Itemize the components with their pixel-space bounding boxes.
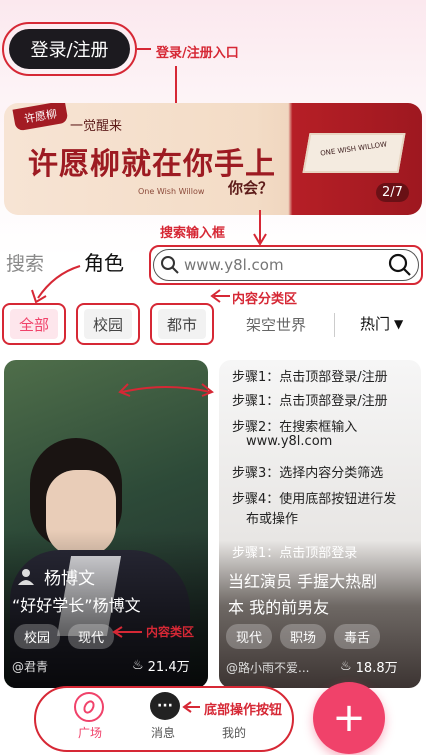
- banner-english: One Wish Willow: [138, 187, 205, 196]
- card-user: @君青: [12, 660, 49, 674]
- tag-chip[interactable]: 毒舌: [334, 624, 381, 649]
- annotation-arrow: [112, 626, 142, 638]
- card-tags: 现代 职场 毒舌: [226, 624, 381, 649]
- banner-page-indicator: 2/7: [376, 183, 409, 202]
- banner-tag: 许愿柳: [12, 103, 69, 132]
- card-title: “好好学长”杨博文: [12, 596, 141, 615]
- caret-down-icon: ▼: [394, 316, 404, 331]
- card-user: @路小雨不爱...: [226, 661, 310, 675]
- tag-chip[interactable]: 现代: [68, 624, 115, 649]
- nav-messages[interactable]: 消息: [151, 724, 175, 741]
- search-bar[interactable]: [153, 249, 419, 281]
- card-title-line: 当红演员 手握大热剧: [228, 572, 378, 591]
- card-title-line: 本 我的前男友: [228, 598, 330, 617]
- search-input[interactable]: [184, 256, 388, 274]
- create-post-button[interactable]: +: [313, 682, 385, 754]
- step-text: 步骤1：点击顶部登录: [232, 546, 358, 561]
- card-likes: ♨ 21.4万: [132, 656, 190, 675]
- banner-card-image: [302, 133, 406, 173]
- step-text: 步骤2：在搜索框输入: [232, 420, 358, 435]
- search-submit-icon[interactable]: [388, 253, 412, 277]
- annotation-arrow: [182, 701, 200, 713]
- message-icon[interactable]: ···: [150, 692, 180, 720]
- step-text: www.y8l.com: [246, 434, 333, 449]
- category-annotation: 内容分类区: [232, 292, 298, 307]
- card-likes-count: 21.4万: [147, 660, 190, 675]
- annotation-arrow: [31, 265, 81, 304]
- annotation-connector: [137, 48, 151, 50]
- user-icon: [18, 568, 34, 585]
- sort-dropdown[interactable]: 热门 ▼: [360, 313, 403, 334]
- sort-label: 热门: [360, 315, 391, 333]
- search-annotation: 搜索输入框: [160, 226, 226, 241]
- card-likes-count: 18.8万: [355, 661, 398, 676]
- search-icon: [161, 256, 179, 274]
- annotation-arrow: [253, 210, 267, 246]
- plaza-icon[interactable]: [74, 692, 104, 722]
- nav-mine[interactable]: 我的: [222, 724, 246, 741]
- tag-chip[interactable]: 现代: [226, 624, 273, 649]
- login-register-button[interactable]: 登录/注册: [9, 29, 130, 69]
- tag-chip[interactable]: 校园: [14, 624, 61, 649]
- card-tags: 校园 现代: [14, 624, 115, 649]
- flame-icon: ♨: [340, 659, 352, 674]
- category-campus[interactable]: 校园: [84, 309, 132, 339]
- tag-chip[interactable]: 职场: [280, 624, 327, 649]
- nav-plaza[interactable]: 广场: [78, 724, 102, 741]
- tab-role[interactable]: 角色: [84, 247, 124, 276]
- banner-question: 你会？: [228, 179, 274, 197]
- banner-subtitle: 一觉醒来: [70, 119, 123, 134]
- tag-annotation: 内容类区: [146, 625, 195, 639]
- card-author: 杨博文: [16, 564, 95, 589]
- bottom-annotation: 底部操作按钮: [204, 703, 283, 718]
- card-author-name: 杨博文: [44, 569, 95, 589]
- step-text: 步骤1：点击顶部登录/注册: [232, 370, 388, 385]
- step-text: 布或操作: [246, 512, 299, 527]
- category-all[interactable]: 全部: [10, 309, 58, 339]
- promo-banner[interactable]: 许愿柳 一觉醒来 许愿柳就在你手上 One Wish Willow 你会？ ON…: [4, 103, 422, 215]
- flame-icon: ♨: [132, 658, 144, 673]
- login-annotation: 登录/注册入口: [156, 46, 239, 61]
- annotation-double-arrow: [118, 383, 214, 397]
- step-text: 步骤4：使用底部按钮进行发: [232, 492, 397, 507]
- category-fantasy[interactable]: 架空世界: [234, 309, 318, 339]
- step-text: 步骤1：点击顶部登录/注册: [232, 394, 388, 409]
- step-text: 步骤3：选择内容分类筛选: [232, 466, 384, 481]
- divider: [334, 313, 335, 337]
- annotation-arrow: [210, 289, 230, 303]
- category-city[interactable]: 都市: [158, 309, 206, 339]
- card-likes: ♨ 18.8万: [340, 657, 398, 676]
